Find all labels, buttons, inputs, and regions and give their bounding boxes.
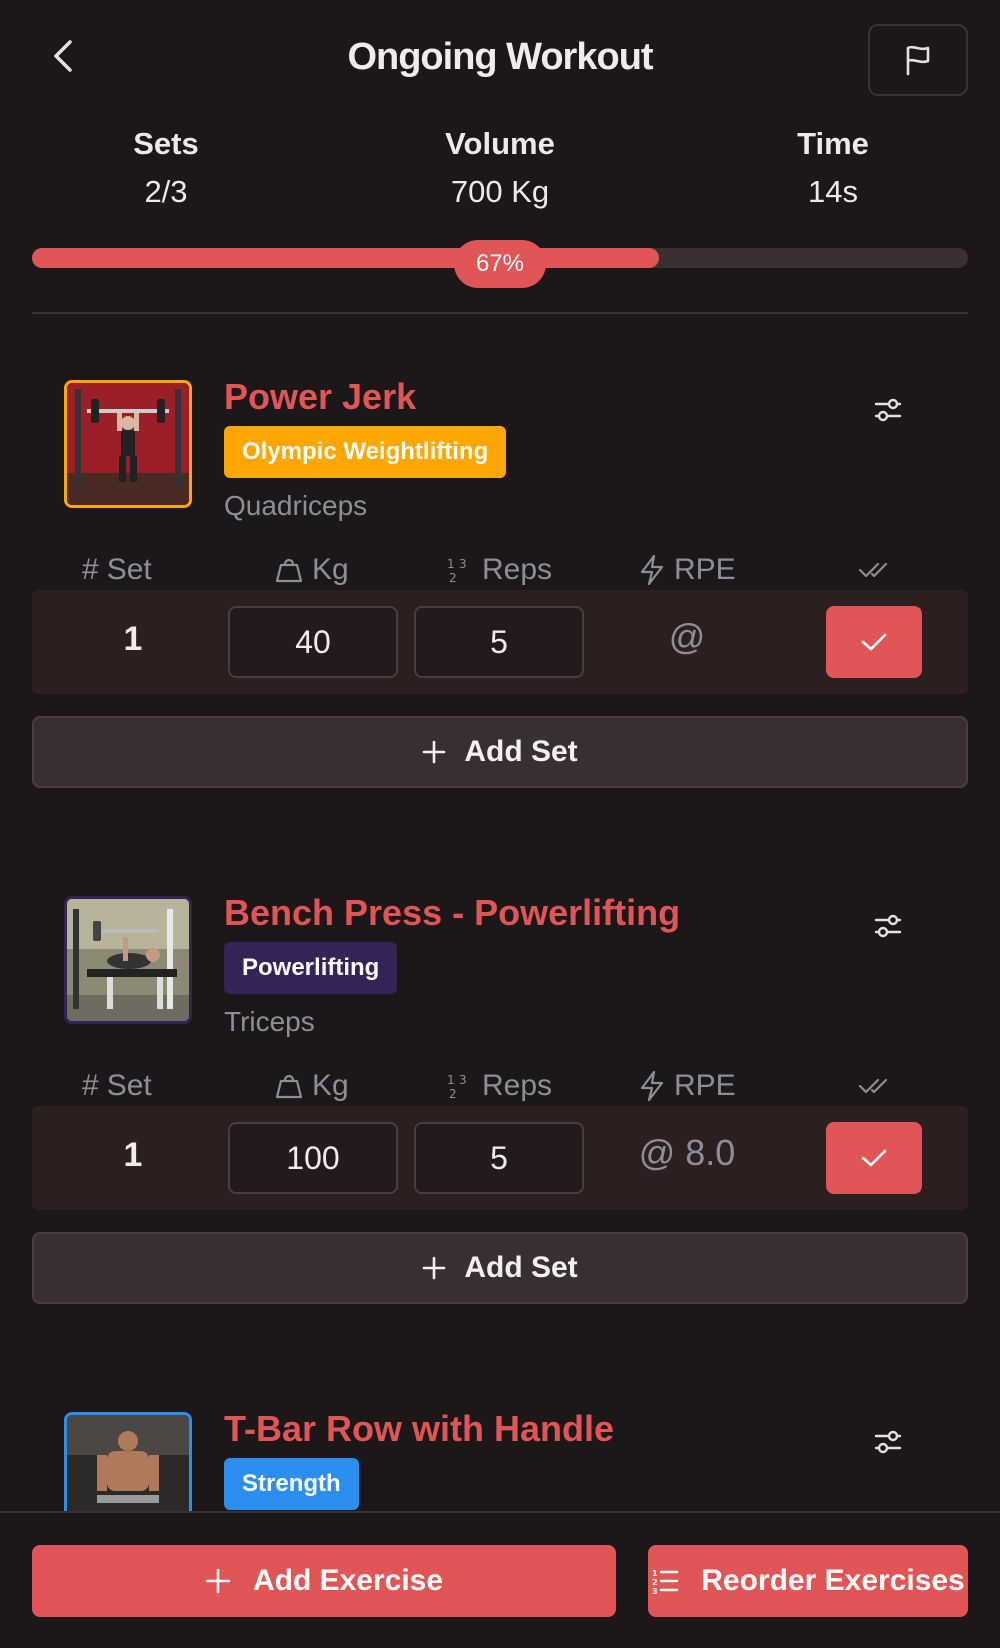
reps-input[interactable] bbox=[414, 606, 584, 678]
svg-text:2: 2 bbox=[449, 1087, 457, 1101]
column-set-label: Set bbox=[106, 1069, 152, 1102]
set-number: 1 bbox=[123, 620, 143, 658]
add-exercise-label: Add Exercise bbox=[252, 1564, 444, 1597]
exercise-thumbnail[interactable] bbox=[64, 896, 192, 1024]
add-set-label: Add Set bbox=[464, 735, 578, 768]
exercise-category-tag: Olympic Weightlifting bbox=[224, 426, 507, 478]
column-header-set: # Set bbox=[82, 550, 152, 590]
kg-input[interactable] bbox=[228, 1122, 398, 1194]
svg-text:1: 1 bbox=[447, 1073, 455, 1087]
stat-time-label: Time bbox=[797, 126, 869, 161]
add-set-button[interactable]: Add Set bbox=[32, 716, 968, 788]
column-header-done bbox=[858, 1066, 890, 1106]
column-header-kg: Kg bbox=[274, 550, 349, 590]
column-set-label: Set bbox=[106, 553, 152, 586]
divider bbox=[32, 312, 968, 314]
svg-text:3: 3 bbox=[459, 557, 467, 571]
workout-stats: Sets 2/3 Volume 700 Kg Time 14s bbox=[0, 126, 1000, 216]
numbers-icon: 1 32 bbox=[447, 1073, 467, 1101]
check-icon bbox=[861, 1149, 887, 1167]
header: Ongoing Workout bbox=[0, 0, 1000, 120]
column-reps-label: Reps bbox=[482, 1069, 553, 1102]
hash-icon: # bbox=[82, 1069, 99, 1102]
column-kg-label: Kg bbox=[312, 553, 349, 586]
stat-volume: Volume 700 Kg bbox=[390, 126, 610, 210]
svg-text:1: 1 bbox=[652, 1569, 658, 1578]
stat-sets-label: Sets bbox=[133, 126, 199, 161]
stat-volume-value: 700 Kg bbox=[450, 174, 550, 209]
weight-icon bbox=[275, 1074, 303, 1099]
lightning-icon bbox=[640, 554, 664, 586]
bottom-action-bar: Add Exercise 123 Reorder Exercises bbox=[0, 1511, 1000, 1648]
set-row: 1 @ 8.0 bbox=[32, 1106, 968, 1210]
complete-set-button[interactable] bbox=[826, 1122, 922, 1194]
reps-input[interactable] bbox=[414, 1122, 584, 1194]
svg-text:2: 2 bbox=[652, 1578, 658, 1587]
column-rpe-label: RPE bbox=[674, 553, 736, 586]
plus-icon bbox=[423, 740, 446, 764]
sliders-icon bbox=[874, 914, 902, 938]
check-icon bbox=[861, 633, 887, 651]
column-header-set: # Set bbox=[82, 1066, 152, 1106]
exercise-name[interactable]: Power Jerk bbox=[224, 376, 416, 418]
double-check-icon bbox=[858, 1078, 888, 1094]
rpe-value[interactable]: @ 8.0 bbox=[612, 1132, 762, 1174]
kg-input[interactable] bbox=[228, 606, 398, 678]
stat-sets-value: 2/3 bbox=[144, 174, 188, 209]
stat-time: Time 14s bbox=[723, 126, 943, 210]
exercise-thumbnail[interactable] bbox=[64, 380, 192, 508]
set-number: 1 bbox=[123, 1136, 143, 1174]
stat-volume-label: Volume bbox=[445, 126, 555, 161]
stat-time-value: 14s bbox=[808, 174, 858, 209]
plus-icon bbox=[423, 1256, 446, 1280]
reorder-exercises-button[interactable]: 123 Reorder Exercises bbox=[648, 1545, 968, 1617]
finish-workout-button[interactable] bbox=[868, 24, 968, 96]
svg-text:2: 2 bbox=[449, 571, 457, 585]
add-set-button[interactable]: Add Set bbox=[32, 1232, 968, 1304]
column-rpe-label: RPE bbox=[674, 1069, 736, 1102]
exercise-settings-button[interactable] bbox=[870, 1424, 906, 1460]
reorder-exercises-label: Reorder Exercises bbox=[701, 1564, 965, 1597]
numbers-icon: 1 32 bbox=[447, 557, 467, 585]
bench-press-image bbox=[67, 899, 189, 1021]
column-header-reps: 132 Reps bbox=[446, 550, 552, 590]
svg-text:3: 3 bbox=[459, 1073, 467, 1087]
rpe-value[interactable]: @ bbox=[612, 616, 762, 658]
double-check-icon bbox=[858, 562, 888, 578]
exercise-muscle: Triceps bbox=[224, 1006, 315, 1037]
exercise-name[interactable]: T-Bar Row with Handle bbox=[224, 1408, 614, 1450]
add-set-label: Add Set bbox=[464, 1251, 578, 1284]
hash-icon: # bbox=[82, 553, 99, 586]
exercise-settings-button[interactable] bbox=[870, 908, 906, 944]
sliders-icon bbox=[874, 398, 902, 422]
lightning-icon bbox=[640, 1070, 664, 1102]
stat-sets: Sets 2/3 bbox=[56, 126, 276, 210]
column-kg-label: Kg bbox=[312, 1069, 349, 1102]
set-row: 1 @ bbox=[32, 590, 968, 694]
exercise-category-tag: Strength bbox=[224, 1458, 359, 1510]
column-header-rpe: RPE bbox=[638, 1066, 736, 1106]
progress-fill bbox=[32, 248, 659, 268]
complete-set-button[interactable] bbox=[826, 606, 922, 678]
column-header-reps: 132 Reps bbox=[446, 1066, 552, 1106]
weight-icon bbox=[275, 558, 303, 583]
column-header-rpe: RPE bbox=[638, 550, 736, 590]
flag-icon bbox=[906, 45, 930, 76]
exercise-muscle: Quadriceps bbox=[224, 490, 368, 521]
sliders-icon bbox=[874, 1430, 902, 1454]
svg-text:1: 1 bbox=[447, 557, 455, 571]
exercise-name[interactable]: Bench Press - Powerlifting bbox=[224, 892, 680, 934]
svg-text:3: 3 bbox=[652, 1587, 658, 1594]
page-title: Ongoing Workout bbox=[347, 36, 653, 78]
column-header-done bbox=[858, 550, 890, 590]
list-ordered-icon: 123 bbox=[652, 1569, 679, 1594]
column-reps-label: Reps bbox=[482, 553, 553, 586]
exercise-settings-button[interactable] bbox=[870, 392, 906, 428]
add-exercise-button[interactable]: Add Exercise bbox=[32, 1545, 616, 1617]
progress-percent-badge: 67% bbox=[454, 240, 546, 288]
column-header-kg: Kg bbox=[274, 1066, 349, 1106]
plus-icon bbox=[205, 1568, 231, 1594]
power-jerk-image bbox=[67, 383, 189, 505]
exercise-category-tag: Powerlifting bbox=[224, 942, 398, 994]
